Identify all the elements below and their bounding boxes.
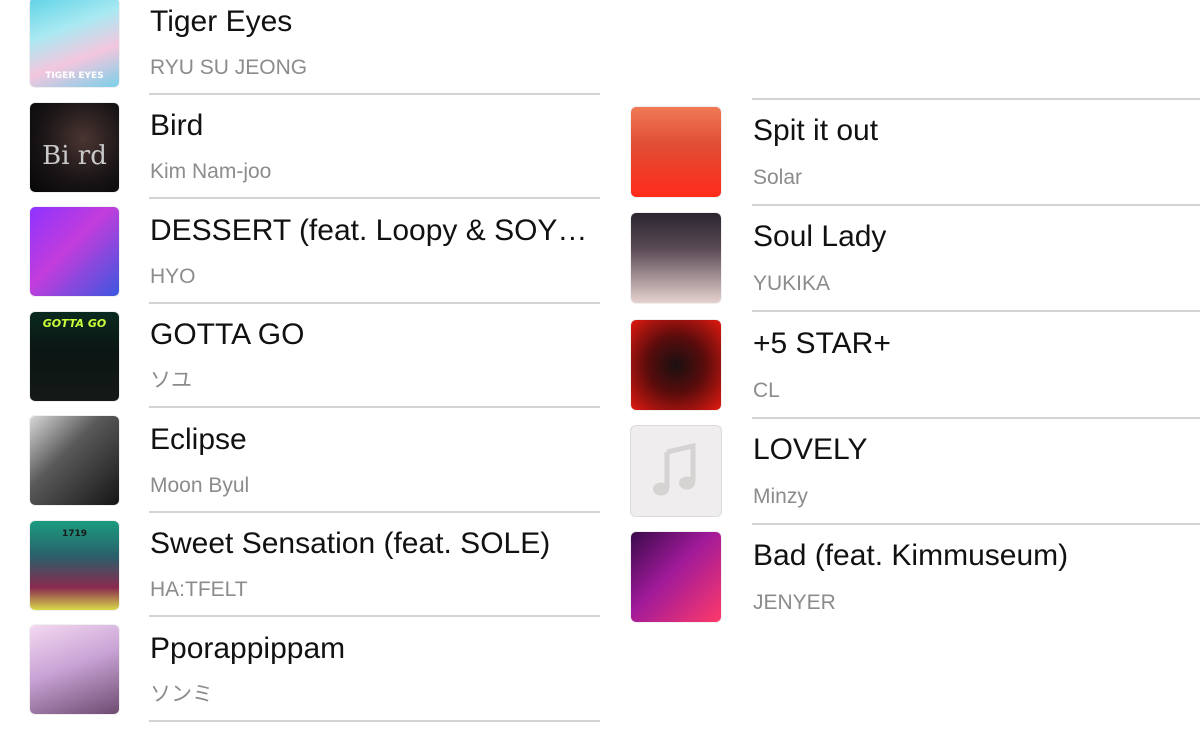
track-row-bird[interactable]: Bi rd Bird Kim Nam-joo [0,103,600,209]
track-row-sweet-sensation[interactable]: 1719 Sweet Sensation (feat. SOLE) HA:TFE… [0,521,600,627]
row-divider [149,615,600,617]
row-divider [149,93,600,95]
track-row-spit-it-out[interactable]: Spit it out Solar [600,107,1200,212]
album-art-bird: Bi rd [30,103,119,192]
track-artist: ソユ [150,369,192,392]
row-divider [752,310,1200,312]
track-title: DESSERT (feat. Loopy & SOYEON ((G)I-DLE)… [150,214,592,247]
album-art-pporappippam [30,625,119,714]
row-divider [752,523,1200,525]
track-row-eclipse[interactable]: Eclipse Moon Byul [0,416,600,523]
track-row-lovely[interactable]: LOVELY Minzy [600,426,1200,531]
album-art-caption: GOTTA GO [42,317,107,330]
album-art-caption: TIGER EYES [45,71,104,81]
row-divider [149,511,600,513]
track-title: Spit it out [753,114,879,147]
row-divider [149,406,600,408]
album-art-caption-bird: Bi rd [42,141,107,171]
row-divider [149,197,600,199]
track-title: Bird [150,109,204,142]
album-art-dessert [30,207,119,296]
album-art-gotta-go: GOTTA GO [30,312,119,401]
track-title: LOVELY [753,433,868,466]
track-artist: ソンミ [150,683,213,706]
album-art-placeholder [631,426,721,516]
row-divider [149,302,600,304]
album-art-soul-lady [631,213,721,303]
track-row-5-star[interactable]: +5 STAR+ CL [600,320,1200,425]
track-artist: Moon Byul [150,474,250,497]
track-artist: HA:TFELT [150,578,248,601]
album-art-tiger-eyes: TIGER EYES [30,0,119,87]
album-art-bad [631,532,721,622]
album-art-sweet-sensation: 1719 [30,521,119,610]
track-row-bad[interactable]: Bad (feat. Kimmuseum) JENYER [600,532,1200,637]
track-artist: CL [753,379,780,402]
track-artist: HYO [150,265,196,288]
track-artist: Solar [753,166,803,189]
track-row-soul-lady[interactable]: Soul Lady YUKIKA [600,213,1200,318]
track-title: Pporappippam [150,632,346,665]
track-artist: JENYER [753,591,836,614]
track-title: Bad (feat. Kimmuseum) [753,539,1069,572]
row-divider [752,204,1200,206]
track-row-tiger-eyes[interactable]: TIGER EYES Tiger Eyes RYU SU JEONG [0,0,600,105]
album-art-spit-it-out [631,107,721,197]
track-artist: YUKIKA [753,272,831,295]
track-row-pporappippam[interactable]: Pporappippam ソンミ [0,625,600,732]
album-art-caption: 1719 [61,529,88,539]
music-note-icon [653,442,696,496]
album-art-5-star [631,320,721,410]
track-row-gotta-go[interactable]: GOTTA GO GOTTA GO ソユ [0,312,600,418]
row-divider-top [752,98,1200,100]
track-title: +5 STAR+ [753,327,891,360]
track-title: Soul Lady [753,220,887,253]
track-artist: Minzy [753,485,808,508]
track-title: Tiger Eyes [150,5,293,38]
track-title: Eclipse [150,423,247,456]
album-art-eclipse [30,416,119,505]
track-artist: RYU SU JEONG [150,56,308,79]
track-row-dessert[interactable]: DESSERT (feat. Loopy & SOYEON ((G)I-DLE)… [0,207,600,314]
track-title: GOTTA GO [150,318,305,351]
row-divider [752,417,1200,419]
track-artist: Kim Nam-joo [150,160,272,183]
track-title: Sweet Sensation (feat. SOLE) [150,527,551,560]
